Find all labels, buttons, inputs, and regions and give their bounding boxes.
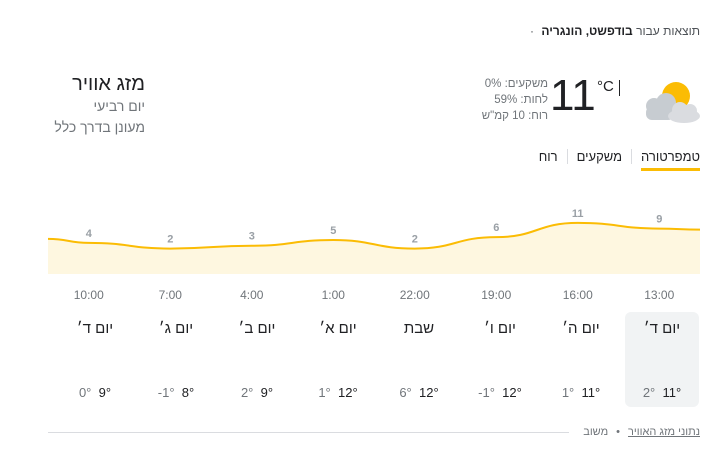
forecast-day[interactable]: יום ג׳ -1° 8° <box>139 312 213 407</box>
tab-divider <box>566 149 568 164</box>
forecast-day[interactable]: יום ב׳ 2° 9° <box>220 312 294 407</box>
location-link[interactable]: בודפשט, הונגריה <box>541 24 632 38</box>
forecast-high: 8° <box>181 385 195 400</box>
temperature-chart-svg: 9 11 6 2 5 3 2 4 <box>47 208 701 274</box>
forecast-high: 11° <box>662 385 682 400</box>
chart-time-label: 16:00 <box>562 288 593 302</box>
forecast-high: 9° <box>260 385 274 400</box>
temperature-unit-celsius[interactable]: °C <box>597 78 614 95</box>
forecast-day-temps: -1° 12° <box>463 385 537 400</box>
forecast-day[interactable]: יום ד׳ 2° 11° <box>625 312 699 407</box>
feedback-link[interactable]: משוב <box>583 426 608 438</box>
chart-time-label: 19:00 <box>481 288 512 302</box>
tab-divider <box>631 149 633 164</box>
chart-value-label: 2 <box>412 234 418 246</box>
forecast-day[interactable]: יום ה׳ 1° 11° <box>544 312 618 407</box>
forecast-high: 11° <box>581 385 601 400</box>
chart-value-label: 5 <box>330 225 336 237</box>
weather-data-link[interactable]: נתוני מזג האוויר <box>628 426 700 438</box>
forecast-day-name: יום ד׳ <box>76 320 114 337</box>
chart-time-label: 7:00 <box>158 288 182 302</box>
forecast-day-temps: 6° 12° <box>382 385 456 400</box>
unit-divider <box>619 80 620 96</box>
forecast-low: 6° <box>399 385 412 400</box>
forecast-day-temps: 2° 9° <box>220 385 294 400</box>
chart-value-label: 9 <box>656 214 662 226</box>
forecast-low: 0° <box>78 385 92 400</box>
footer-divider <box>48 431 570 433</box>
forecast-day-name: יום ב׳ <box>238 320 276 337</box>
forecast-day[interactable]: יום א׳ 1° 12° <box>301 312 375 407</box>
forecast-day-name: שבת <box>403 320 435 337</box>
forecast-high: 12° <box>419 385 439 400</box>
forecast-low: -1° <box>478 385 495 400</box>
forecast-high: 12° <box>502 385 522 400</box>
forecast-day-name: יום ג׳ <box>158 320 194 337</box>
weather-condition: מעונן בדרך כלל <box>54 119 145 135</box>
chart-value-label: 3 <box>249 231 255 243</box>
chart-value-label: 4 <box>86 228 93 240</box>
forecast-low: -1° <box>157 385 175 400</box>
forecast-day-name: יום ד׳ <box>643 320 681 337</box>
footer-separator: • <box>616 426 621 438</box>
forecast-day-temps: 0° 9° <box>58 385 132 400</box>
forecast-day-temps: -1° 8° <box>139 385 213 400</box>
chart-value-label: 6 <box>493 222 499 234</box>
forecast-day[interactable]: יום ו׳ -1° 12° <box>463 312 537 407</box>
weather-title: מזג אוויר <box>72 73 145 95</box>
forecast-day-name: יום א׳ <box>319 320 357 337</box>
forecast-day-name: יום ה׳ <box>562 320 600 337</box>
weather-tabs: טמפרטורה משקעים רוח <box>539 149 700 171</box>
forecast-day[interactable]: שבת 6° 12° <box>382 312 456 407</box>
chart-time-label: 22:00 <box>399 288 430 302</box>
forecast-day[interactable]: יום ד׳ 0° 9° <box>58 312 132 407</box>
forecast-high: 12° <box>338 385 358 400</box>
forecast-high: 9° <box>98 385 112 400</box>
chart-time-label: 4:00 <box>240 288 264 302</box>
chart-value-label: 11 <box>572 208 584 220</box>
temperature-chart: 9 11 6 2 5 3 2 4 <box>47 198 701 278</box>
forecast-day-temps: 1° 11° <box>544 385 618 400</box>
results-for-label: תוצאות עבור <box>636 24 700 38</box>
wind-value: רוח: 10 קמ"ש <box>481 110 548 122</box>
results-dot: · <box>529 24 534 38</box>
precipitation-value: משקעים: 0% <box>484 78 548 90</box>
forecast-low: 1° <box>561 385 575 400</box>
forecast-low: 2° <box>642 385 656 400</box>
weather-day: יום רביעי <box>93 98 145 114</box>
partly-cloudy-icon <box>638 78 702 126</box>
humidity-value: לחות: 59% <box>494 94 548 106</box>
current-temperature: 11 <box>550 71 596 120</box>
chart-time-label: 10:00 <box>73 288 104 302</box>
forecast-low: 1° <box>318 385 331 400</box>
chart-time-label: 13:00 <box>644 288 675 302</box>
chart-value-label: 2 <box>167 234 173 246</box>
tab-precipitation[interactable]: משקעים <box>577 149 622 171</box>
tab-temperature[interactable]: טמפרטורה <box>641 149 700 171</box>
chart-time-label: 1:00 <box>321 288 345 302</box>
forecast-low: 2° <box>240 385 254 400</box>
weather-footer: נתוני מזג האוויר • משוב <box>48 426 700 438</box>
weather-details: משקעים: 0% לחות: 59% רוח: 10 קמ"ש <box>482 76 548 124</box>
forecast-day-temps: 2° 11° <box>625 385 699 400</box>
results-for-line: תוצאות עבור בודפשט, הונגריה · <box>530 24 700 38</box>
forecast-day-name: יום ו׳ <box>484 320 516 337</box>
tab-wind[interactable]: רוח <box>539 149 558 171</box>
forecast-day-temps: 1° 12° <box>301 385 375 400</box>
